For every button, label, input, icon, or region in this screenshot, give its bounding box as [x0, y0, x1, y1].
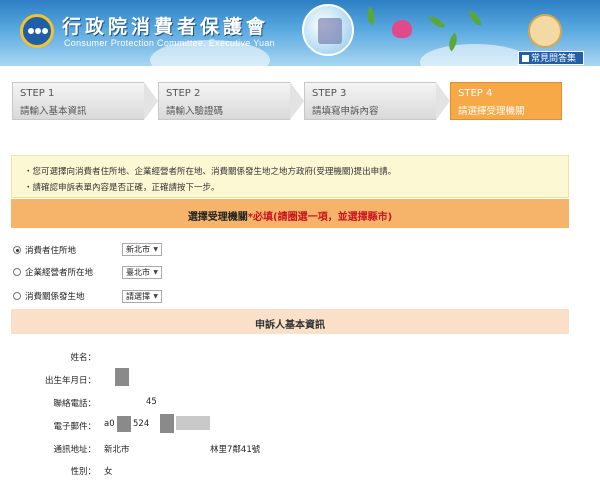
agency-select-label: 選擇受理機關 — [187, 212, 248, 223]
site-header: 行政院消費者保護會 Consumer Protection Committee,… — [0, 0, 600, 66]
phone-label: 聯絡電話： — [53, 399, 96, 409]
notice-line: ・請確認申訴表單內容是否正確，正確請按下一步。 — [24, 183, 220, 193]
city-select-business-location[interactable]: 臺北市 ▼ — [122, 266, 162, 279]
logo-emblem-icon[interactable] — [20, 14, 54, 48]
faq-button-label: 常見問答集 — [531, 54, 577, 64]
select-value: 新北市 — [126, 245, 150, 254]
email-value-start: a0 — [104, 419, 115, 429]
radio-consumer-residence[interactable] — [13, 246, 21, 254]
leaf-icon — [363, 6, 379, 26]
step-2: STEP 2 請輸入驗證碼 — [158, 82, 304, 120]
option-label: 企業經營者所在地 — [25, 268, 94, 278]
redaction-block — [160, 414, 174, 433]
faq-button[interactable]: 常見問答集 — [518, 51, 584, 65]
dropdown-caret-icon: ▼ — [153, 293, 158, 300]
step-title: STEP 4 — [458, 88, 493, 99]
city-select-consumer-residence[interactable]: 新北市 ▼ — [122, 243, 162, 256]
address-value-start: 新北市 — [104, 445, 130, 455]
step-title: STEP 3 — [312, 88, 347, 99]
step-title: STEP 1 — [20, 88, 55, 99]
radio-business-location[interactable] — [13, 268, 21, 276]
notice-line: ・您可選擇向消費者住所地、企業經營者所在地、消費關係發生地之地方政府(受理機關)… — [24, 167, 397, 177]
section-title: 申訴人基本資訊 — [255, 320, 325, 331]
applicant-info-header: 申訴人基本資訊 — [11, 309, 569, 334]
radio-transaction-location[interactable] — [13, 292, 21, 300]
option-label: 消費者住所地 — [25, 246, 77, 256]
leaf-icon — [468, 9, 482, 27]
agency-select-bar: 選擇受理機關*必填(請圈選一項，並選擇縣市) — [11, 199, 569, 228]
notice-box: ・您可選擇向消費者住所地、企業經營者所在地、消費關係發生地之地方政府(受理機關)… — [11, 155, 569, 198]
step-desc: 請選擇受理機關 — [458, 106, 525, 117]
email-label: 電子郵件： — [53, 422, 96, 432]
address-value-end: 林里7鄰41號 — [210, 445, 261, 455]
required-note: *必填(請圈選一項，並選擇縣市) — [247, 212, 393, 223]
select-value: 請選擇 — [126, 292, 150, 301]
step-desc: 請輸入基本資訊 — [20, 106, 87, 117]
step-1: STEP 1 請輸入基本資訊 — [12, 82, 158, 120]
name-label: 姓名： — [70, 353, 96, 363]
site-subtitle: Consumer Protection Committee, Executive… — [64, 38, 275, 48]
address-label: 通訊地址： — [53, 445, 96, 455]
step-desc: 請填寫申訴內容 — [312, 106, 379, 117]
redaction-block — [115, 368, 129, 386]
step-title: STEP 2 — [166, 88, 201, 99]
redaction-block — [176, 416, 210, 430]
dropdown-caret-icon: ▼ — [153, 246, 158, 253]
leaf-icon — [428, 12, 446, 32]
header-cloud — [420, 44, 530, 66]
step-4: STEP 4 請選擇受理機關 — [450, 82, 562, 120]
mascot-face-icon — [528, 14, 562, 48]
option-label: 消費關係發生地 — [25, 292, 85, 302]
city-select-transaction-location[interactable]: 請選擇 ▼ — [122, 290, 162, 303]
redaction-block — [117, 416, 131, 432]
site-title[interactable]: 行政院消費者保護會 — [62, 12, 269, 39]
birth-label: 出生年月日： — [44, 376, 96, 386]
globe-illustration-icon — [302, 4, 354, 56]
gender-value: 女 — [104, 467, 113, 477]
select-value: 臺北市 — [126, 268, 150, 277]
step-progress: STEP 1 請輸入基本資訊 STEP 2 請輸入驗證碼 STEP 3 請填寫申… — [12, 82, 572, 120]
dropdown-caret-icon: ▼ — [153, 269, 158, 276]
phone-value: 45 — [146, 397, 157, 407]
gender-label: 性別： — [70, 467, 96, 477]
flower-icon — [392, 20, 412, 38]
faq-icon — [522, 55, 529, 62]
step-3: STEP 3 請填寫申訴內容 — [304, 82, 450, 120]
step-desc: 請輸入驗證碼 — [166, 106, 224, 117]
email-value-mid: 524 — [133, 419, 150, 429]
